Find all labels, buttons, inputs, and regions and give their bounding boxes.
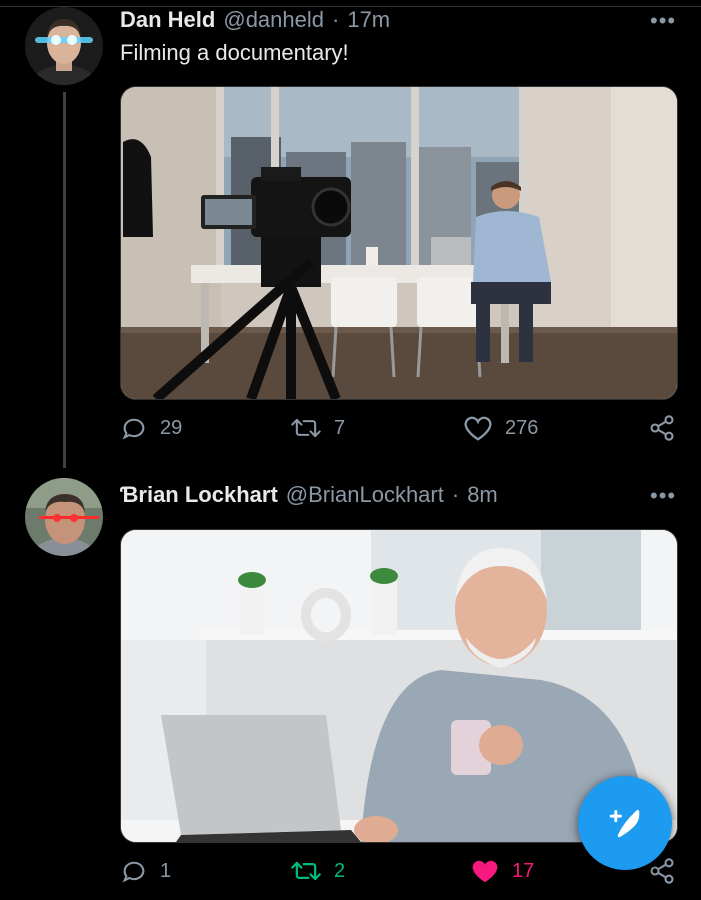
retweet-count: 7: [334, 416, 346, 439]
reply-button[interactable]: 1: [120, 857, 171, 885]
reply-icon: [122, 861, 145, 883]
tweet-2-actions: 1 2 17: [120, 855, 680, 895]
separator-dot: ·: [451, 482, 460, 507]
author-name[interactable]: Ɓrian Lockhart: [120, 482, 278, 508]
reply-icon: [122, 418, 145, 440]
more-options-button[interactable]: •••: [650, 483, 676, 509]
like-count: 17: [512, 859, 535, 882]
tweet-2-header: Ɓrian Lockhart @BrianLockhart · 8m: [120, 482, 498, 508]
retweet-icon: [291, 861, 321, 881]
tweet-1-actions: 29 7 276: [120, 412, 680, 452]
thread-connector: [63, 92, 66, 468]
heart-icon: [472, 860, 498, 883]
author-name[interactable]: Dan Held: [120, 7, 215, 33]
avatar-brian-lockhart[interactable]: [25, 478, 103, 556]
compose-tweet-icon: [609, 810, 640, 838]
separator-dot: ·: [332, 7, 340, 32]
tweet-1-header: Dan Held @danheld · 17m: [120, 7, 390, 33]
heart-icon: [464, 416, 492, 441]
top-divider: [0, 0, 701, 7]
tweet-timestamp[interactable]: 17m: [347, 7, 390, 33]
more-options-button[interactable]: •••: [650, 8, 676, 34]
retweet-button[interactable]: 7: [290, 414, 345, 442]
compose-tweet-button[interactable]: [578, 776, 672, 870]
avatar-dan-held[interactable]: [25, 7, 103, 85]
like-button-active[interactable]: 17: [470, 857, 534, 885]
reply-count: 1: [160, 859, 172, 882]
tweet-text: Filming a documentary!: [120, 40, 349, 65]
like-count: 276: [505, 416, 539, 439]
like-button[interactable]: 276: [463, 414, 538, 442]
retweet-icon: [291, 418, 321, 438]
retweet-count: 2: [334, 859, 346, 882]
author-handle[interactable]: @BrianLockhart: [286, 482, 444, 508]
share-icon: [650, 415, 674, 441]
tweet-timestamp[interactable]: 8m: [467, 482, 498, 508]
share-button[interactable]: [648, 414, 676, 442]
reply-count: 29: [160, 416, 183, 439]
author-handle[interactable]: @danheld: [223, 7, 324, 33]
reply-button[interactable]: 29: [120, 414, 182, 442]
retweet-button-active[interactable]: 2: [290, 857, 345, 885]
tweet-1-photo[interactable]: [120, 86, 678, 400]
